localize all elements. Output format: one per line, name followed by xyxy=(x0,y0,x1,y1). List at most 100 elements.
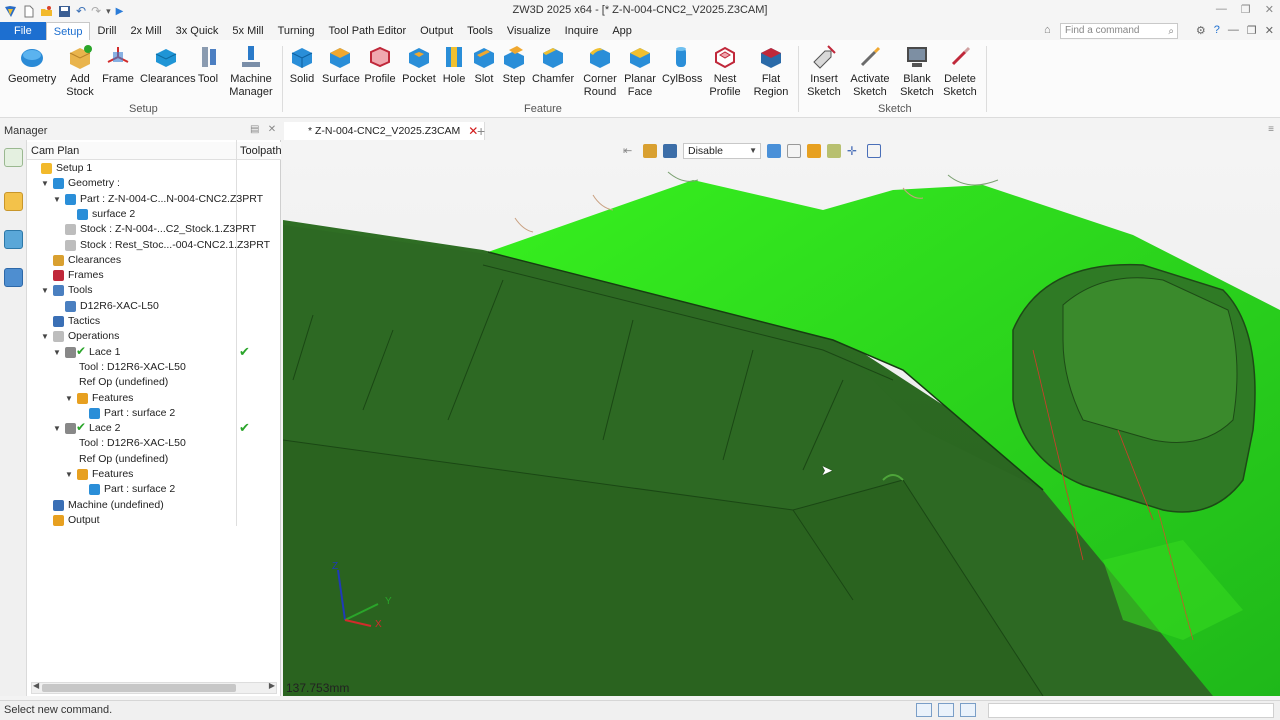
cam-plan-panel-icon[interactable] xyxy=(4,148,23,167)
planar-face-button[interactable]: Planar Face xyxy=(622,44,658,99)
cylboss-button[interactable]: CylBoss xyxy=(662,44,702,86)
clearances-button[interactable]: Clearances xyxy=(140,44,196,86)
tree-item[interactable]: Machine (undefined) xyxy=(27,498,281,513)
tree-expander-icon[interactable]: ▼ xyxy=(65,467,73,482)
list-icon[interactable] xyxy=(960,703,976,717)
tree-expander-icon[interactable]: ▼ xyxy=(53,345,61,360)
qat-dropdown-icon[interactable]: ▾ xyxy=(106,6,111,17)
home-icon[interactable]: ⌂ xyxy=(1044,24,1051,36)
undo-icon[interactable]: ↶ xyxy=(76,4,86,18)
doc-restore-icon[interactable]: ❐ xyxy=(1247,24,1257,37)
run-icon[interactable]: ▶ xyxy=(116,6,124,17)
cad-model-render[interactable] xyxy=(283,140,1280,696)
hole-button[interactable]: Hole xyxy=(440,44,468,86)
menu-3x-quick[interactable]: 3x Quick xyxy=(169,22,226,40)
layout-icon[interactable] xyxy=(916,703,932,717)
fit-view-icon[interactable] xyxy=(867,144,881,158)
graphics-viewport[interactable]: ⇤ Disable ▼ ✛ Z Y X ➤ 137.753mm xyxy=(283,140,1280,696)
user-panel-icon[interactable] xyxy=(4,268,23,287)
horizontal-scrollbar[interactable]: ◀ ▶ xyxy=(31,681,277,694)
doc-close-icon[interactable]: ✕ xyxy=(1265,24,1274,37)
pin-icon[interactable]: ▤ xyxy=(250,124,259,135)
tree-item[interactable]: Stock : Rest_Stoc...-004-CNC2.1.Z3PRT xyxy=(27,238,281,253)
menu-tools[interactable]: Tools xyxy=(460,22,500,40)
menu-turning[interactable]: Turning xyxy=(271,22,322,40)
chamfer-button[interactable]: Chamfer xyxy=(532,44,574,86)
nest-profile-button[interactable]: Nest Profile xyxy=(706,44,744,99)
open-file-icon[interactable] xyxy=(40,5,53,18)
menu-inquire[interactable]: Inquire xyxy=(558,22,606,40)
flat-region-button[interactable]: Flat Region xyxy=(752,44,790,99)
view-cube-icon[interactable] xyxy=(767,144,781,158)
tree-item[interactable]: Clearances xyxy=(27,253,281,268)
menu-app[interactable]: App xyxy=(605,22,639,40)
menu-5x-mill[interactable]: 5x Mill xyxy=(225,22,270,40)
menu-drill[interactable]: Drill xyxy=(90,22,123,40)
tree-item[interactable]: Part : surface 2 xyxy=(27,406,281,421)
history-panel-icon[interactable] xyxy=(4,192,23,211)
column-header-cam-plan[interactable]: Cam Plan xyxy=(31,145,79,157)
tree-item[interactable]: Tactics xyxy=(27,314,281,329)
frame-button[interactable]: Frame xyxy=(102,44,134,86)
machine-manager-button[interactable]: Machine Manager xyxy=(226,44,276,99)
tree-item[interactable]: Part : surface 2 xyxy=(27,482,281,497)
render-mode-icon[interactable] xyxy=(827,144,841,158)
command-search-input[interactable]: Find a command ⌕ xyxy=(1060,23,1178,39)
tree-expander-icon[interactable]: ▼ xyxy=(53,421,61,436)
tree-item[interactable]: Ref Op (undefined) xyxy=(27,452,281,467)
tree-item[interactable]: Tool : D12R6-XAC-L50 xyxy=(27,436,281,451)
redo-icon[interactable]: ↷ xyxy=(91,4,101,18)
tree-item[interactable]: ▼ ✔ Lace 2 ✔ xyxy=(27,420,281,436)
settings-icon[interactable]: ⚙ xyxy=(1196,24,1206,37)
screen-icon[interactable] xyxy=(938,703,954,717)
minimize-icon[interactable]: — xyxy=(1216,3,1227,16)
add-tab-button[interactable]: + xyxy=(477,123,485,139)
visual-panel-icon[interactable] xyxy=(4,230,23,249)
tree-item[interactable]: Output xyxy=(27,513,281,528)
wireframe-icon[interactable] xyxy=(787,144,801,158)
column-header-toolpath[interactable]: Toolpath xyxy=(240,145,282,157)
tree-item[interactable]: Stock : Z-N-004-...C2_Stock.1.Z3PRT xyxy=(27,222,281,237)
tree-item[interactable]: Tool : D12R6-XAC-L50 xyxy=(27,360,281,375)
scrollbar-thumb[interactable] xyxy=(42,684,236,692)
tree-item[interactable]: ▼ ✔ Lace 1 ✔ xyxy=(27,344,281,360)
solid-button[interactable]: Solid xyxy=(286,44,318,86)
tab-list-icon[interactable]: ≡ xyxy=(1268,124,1274,135)
close-icon[interactable]: ✕ xyxy=(1265,3,1274,16)
insert-sketch-button[interactable]: Insert Sketch xyxy=(804,44,844,99)
tool-button[interactable]: Tool xyxy=(196,44,220,86)
doc-minimize-icon[interactable]: — xyxy=(1228,24,1239,37)
tree-item[interactable]: ▼ Part : Z-N-004-C...N-004-CNC2.Z3PRT xyxy=(27,192,281,207)
scroll-left-icon[interactable]: ◀ xyxy=(33,681,39,690)
delete-sketch-button[interactable]: Delete Sketch xyxy=(940,44,980,99)
geometry-button[interactable]: Geometry xyxy=(8,44,56,86)
manager-close-icon[interactable]: ✕ xyxy=(268,124,276,135)
tree-item[interactable]: ▼ Features xyxy=(27,467,281,482)
filter-icon[interactable] xyxy=(663,144,677,158)
document-tab[interactable]: * Z-N-004-CNC2_V2025.Z3CAM ✕ xyxy=(284,122,486,140)
help-icon[interactable]: ? xyxy=(1214,24,1220,37)
tree-expander-icon[interactable]: ▼ xyxy=(41,283,49,298)
corner-round-button[interactable]: Corner Round xyxy=(580,44,620,99)
snap-icon[interactable]: ✛ xyxy=(847,144,861,158)
scroll-right-icon[interactable]: ▶ xyxy=(269,681,275,690)
pocket-button[interactable]: Pocket xyxy=(402,44,436,86)
step-button[interactable]: Step xyxy=(500,44,528,86)
shading-icon[interactable] xyxy=(807,144,821,158)
command-input-field[interactable] xyxy=(988,703,1274,718)
tree-expander-icon[interactable]: ▼ xyxy=(41,176,49,191)
menu-file[interactable]: File xyxy=(0,22,46,40)
tree-item[interactable]: ▼ Tools xyxy=(27,283,281,298)
tree-expander-icon[interactable]: ▼ xyxy=(41,329,49,344)
menu-visualize[interactable]: Visualize xyxy=(500,22,558,40)
menu-output[interactable]: Output xyxy=(413,22,460,40)
tree-item[interactable]: ▼ Features xyxy=(27,391,281,406)
menu-tool-path-editor[interactable]: Tool Path Editor xyxy=(321,22,413,40)
tree-item[interactable]: Frames xyxy=(27,268,281,283)
tree-item[interactable]: D12R6-XAC-L50 xyxy=(27,299,281,314)
pick-filter-icon[interactable] xyxy=(643,144,657,158)
tree-expander-icon[interactable]: ▼ xyxy=(65,391,73,406)
tree-item[interactable]: surface 2 xyxy=(27,207,281,222)
tree-item[interactable]: ▼ Geometry : xyxy=(27,176,281,191)
profile-button[interactable]: Profile xyxy=(364,44,396,86)
